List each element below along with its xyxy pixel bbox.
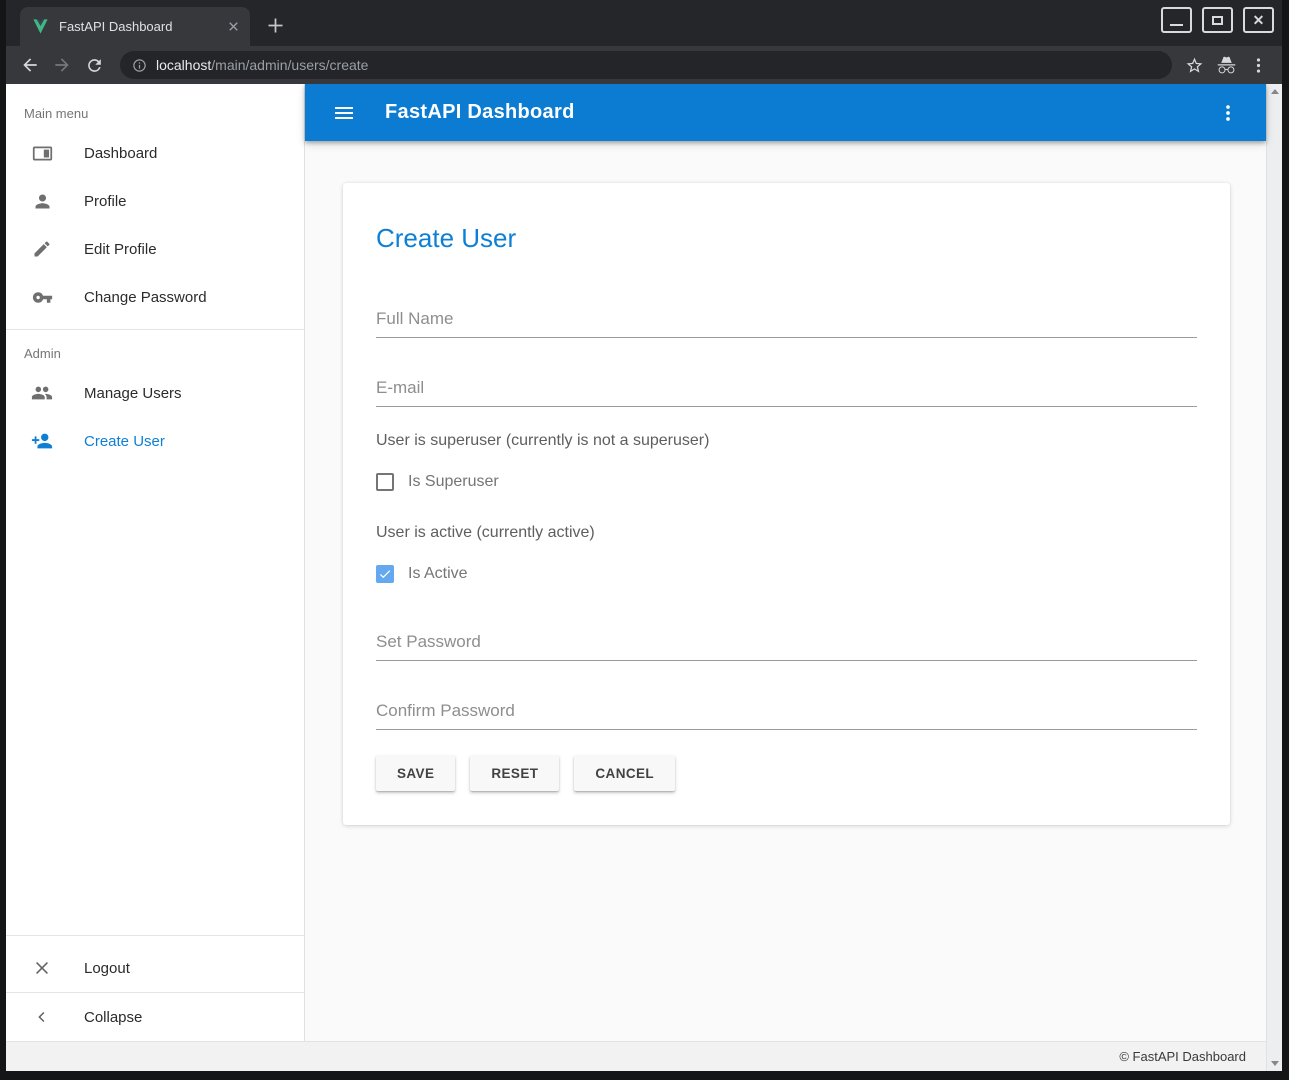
checkbox-unchecked-icon[interactable] (376, 473, 394, 491)
info-icon (132, 58, 147, 73)
forward-button[interactable] (48, 51, 76, 79)
content-area: Create User Full Name E-mail User is sup… (305, 141, 1266, 1041)
browser-toolbar: localhost/main/admin/users/create (6, 46, 1282, 84)
person-add-icon (30, 429, 54, 453)
forward-icon (52, 55, 72, 75)
sidebar-item-manage-users[interactable]: Manage Users (6, 369, 304, 417)
form-actions: SAVE RESET CANCEL (376, 755, 1197, 791)
window-close-icon: ✕ (1253, 13, 1265, 27)
close-icon (30, 956, 54, 980)
back-button[interactable] (16, 51, 44, 79)
star-icon (1185, 56, 1204, 75)
email-placeholder: E-mail (376, 378, 1197, 398)
email-field[interactable]: E-mail (376, 378, 1197, 407)
sidebar-item-logout[interactable]: Logout (6, 944, 304, 992)
reload-button[interactable] (80, 51, 108, 79)
copyright-text: © FastAPI Dashboard (1119, 1049, 1246, 1064)
main-area: FastAPI Dashboard Create User Full Name (305, 84, 1266, 1041)
is-superuser-label: Is Superuser (408, 473, 499, 491)
window-maximize-button[interactable] (1202, 7, 1233, 33)
tab-close-icon[interactable] (224, 18, 242, 36)
input-underline (376, 337, 1197, 338)
window-close-button[interactable]: ✕ (1243, 7, 1274, 33)
page-viewport: Main menu Dashboard Profile (6, 84, 1282, 1071)
chevron-left-icon (30, 1005, 54, 1029)
key-icon (30, 285, 54, 309)
is-superuser-checkbox-row[interactable]: Is Superuser (376, 472, 1197, 492)
back-icon (20, 55, 40, 75)
incognito-icon (1216, 55, 1237, 76)
tab-strip: FastAPI Dashboard ✕ (6, 0, 1282, 46)
app-title: FastAPI Dashboard (385, 101, 575, 124)
hamburger-menu-button[interactable] (332, 101, 356, 125)
checkbox-checked-icon[interactable] (376, 565, 394, 583)
create-user-card: Create User Full Name E-mail User is sup… (343, 183, 1230, 825)
url-host: localhost (156, 57, 211, 73)
browser-window: FastAPI Dashboard ✕ (0, 0, 1289, 1080)
edit-icon (30, 237, 54, 261)
page-scrollbar[interactable] (1266, 84, 1282, 1071)
save-button[interactable]: SAVE (376, 755, 455, 791)
scroll-down-arrow-icon[interactable] (1271, 1061, 1279, 1066)
sidebar-item-change-password[interactable]: Change Password (6, 273, 304, 321)
incognito-indicator (1212, 51, 1240, 79)
superuser-hint: User is superuser (currently is not a su… (376, 431, 1197, 451)
bookmark-button[interactable] (1180, 51, 1208, 79)
sidebar-item-dashboard[interactable]: Dashboard (6, 129, 304, 177)
sidebar-divider (6, 329, 304, 330)
window-maximize-icon (1212, 16, 1223, 25)
input-underline (376, 660, 1197, 661)
sidebar-item-edit-profile[interactable]: Edit Profile (6, 225, 304, 273)
appbar-menu-button[interactable] (1216, 101, 1240, 125)
reload-icon (85, 56, 104, 75)
confirm-password-field[interactable]: Confirm Password (376, 701, 1197, 730)
dashboard-icon (30, 141, 54, 165)
new-tab-icon (265, 15, 286, 36)
sidebar-section-main-menu: Main menu (6, 106, 304, 121)
reset-button[interactable]: RESET (470, 755, 559, 791)
is-active-checkbox-row[interactable]: Is Active (376, 564, 1197, 584)
window-minimize-icon (1170, 24, 1183, 26)
full-name-placeholder: Full Name (376, 309, 1197, 329)
sidebar-section-admin: Admin (6, 346, 304, 361)
sidebar-item-collapse[interactable]: Collapse (6, 993, 304, 1041)
cancel-button[interactable]: CANCEL (574, 755, 675, 791)
sidebar-item-profile[interactable]: Profile (6, 177, 304, 225)
app-bar: FastAPI Dashboard (305, 84, 1266, 141)
vue-logo-icon (32, 18, 49, 35)
kebab-menu-icon (1217, 102, 1239, 124)
input-underline (376, 729, 1197, 730)
tab-title: FastAPI Dashboard (59, 19, 224, 34)
set-password-field[interactable]: Set Password (376, 632, 1197, 661)
confirm-password-placeholder: Confirm Password (376, 701, 1197, 721)
set-password-placeholder: Set Password (376, 632, 1197, 652)
scroll-up-arrow-icon[interactable] (1271, 89, 1279, 94)
browser-menu-button[interactable] (1244, 51, 1272, 79)
hamburger-icon (332, 101, 356, 125)
sidebar-item-create-user[interactable]: Create User (6, 417, 304, 465)
sidebar: Main menu Dashboard Profile (6, 84, 305, 1041)
browser-menu-icon (1249, 56, 1268, 75)
is-active-label: Is Active (408, 565, 468, 583)
page-footer: © FastAPI Dashboard (6, 1041, 1266, 1071)
person-icon (30, 189, 54, 213)
window-minimize-button[interactable] (1161, 7, 1192, 33)
active-hint: User is active (currently active) (376, 523, 1197, 543)
new-tab-button[interactable] (260, 10, 290, 40)
url-text: localhost/main/admin/users/create (156, 57, 368, 73)
group-icon (30, 381, 54, 405)
url-path: /main/admin/users/create (211, 57, 368, 73)
browser-chrome: FastAPI Dashboard ✕ (6, 0, 1282, 84)
sidebar-divider (6, 935, 304, 936)
browser-tab[interactable]: FastAPI Dashboard (20, 7, 250, 46)
input-underline (376, 406, 1197, 407)
address-bar[interactable]: localhost/main/admin/users/create (120, 51, 1172, 79)
full-name-field[interactable]: Full Name (376, 309, 1197, 338)
window-controls: ✕ (1161, 7, 1274, 33)
page-title: Create User (376, 223, 1197, 253)
